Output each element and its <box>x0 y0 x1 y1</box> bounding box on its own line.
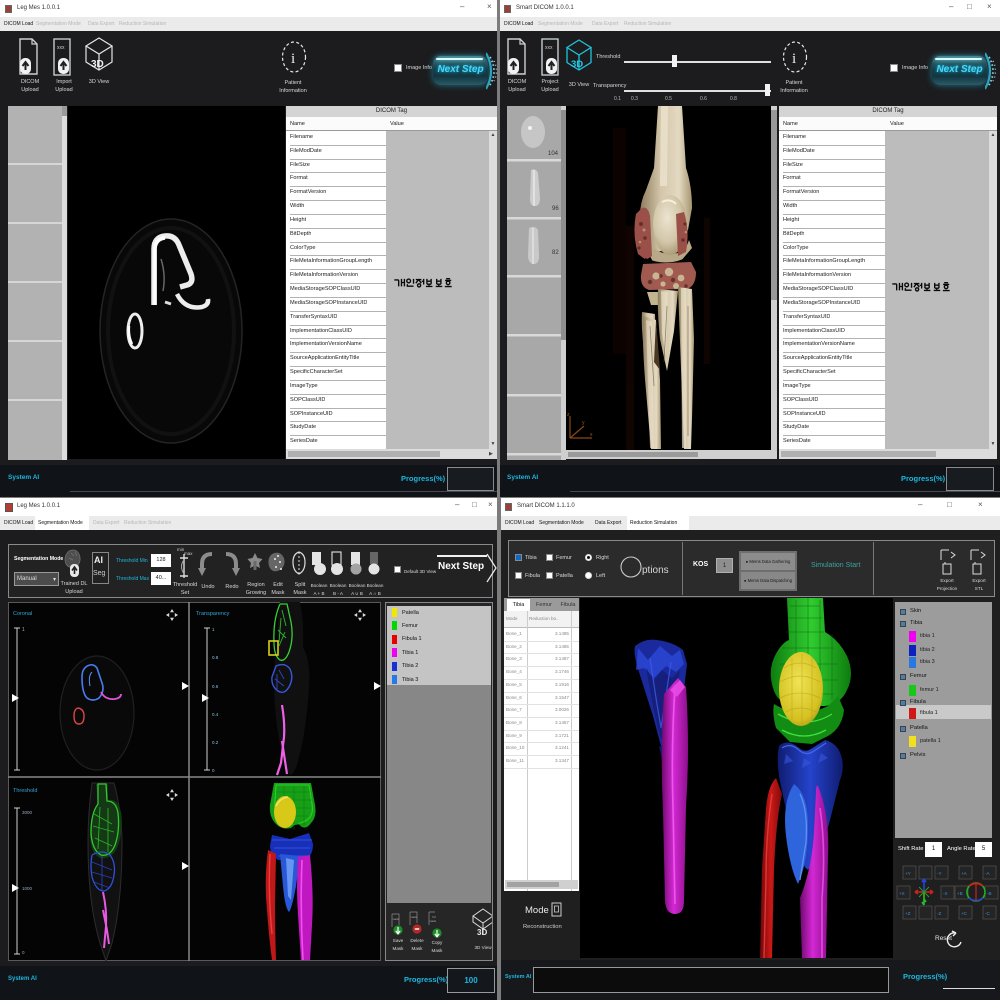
svg-text:+B: +B <box>957 891 963 896</box>
svg-text:ptions: ptions <box>642 565 669 576</box>
svg-text:3D: 3D <box>91 59 104 70</box>
svg-text:-B: -B <box>987 891 992 896</box>
svg-text:Transparency: Transparency <box>196 611 230 617</box>
svg-text:Coronal: Coronal <box>13 611 32 617</box>
svg-text:i: i <box>792 51 796 67</box>
svg-text:0.2: 0.2 <box>212 740 219 745</box>
svg-text:3D: 3D <box>477 928 487 937</box>
svg-text:mask: mask <box>429 919 437 923</box>
svg-text:1000: 1000 <box>22 886 33 891</box>
svg-text:82: 82 <box>552 250 559 256</box>
svg-text:i: i <box>291 51 295 67</box>
svg-text:104: 104 <box>548 151 559 157</box>
svg-text:0.6: 0.6 <box>212 684 219 689</box>
svg-text:-Y: -Y <box>937 871 942 876</box>
svg-text:xxx: xxx <box>545 45 553 51</box>
svg-text:mask: mask <box>392 917 400 921</box>
svg-text:+A: +A <box>961 871 968 876</box>
svg-text:-Z: -Z <box>937 911 942 916</box>
svg-text:+Y: +Y <box>905 871 911 876</box>
svg-text:0: 0 <box>212 768 215 773</box>
svg-text:mask: mask <box>410 915 418 919</box>
svg-text:y: y <box>582 420 585 426</box>
svg-text:3D: 3D <box>571 59 583 70</box>
svg-text:0.4: 0.4 <box>212 712 219 717</box>
svg-text:-X: -X <box>943 891 948 896</box>
svg-text:+Z: +Z <box>905 911 911 916</box>
svg-text:max: max <box>184 551 193 556</box>
svg-text:0.8: 0.8 <box>212 655 219 660</box>
svg-text:+X: +X <box>899 891 905 896</box>
svg-text:xxx: xxx <box>57 45 65 51</box>
svg-text:1: 1 <box>212 627 215 632</box>
svg-text:Reset: Reset <box>935 935 952 942</box>
svg-text:x: x <box>590 432 593 438</box>
svg-text:Threshold: Threshold <box>13 788 37 794</box>
svg-text:3000: 3000 <box>22 810 33 815</box>
svg-text:96: 96 <box>552 206 559 212</box>
svg-text:1: 1 <box>22 627 25 633</box>
svg-text:0: 0 <box>22 950 25 955</box>
svg-text:-C: -C <box>985 911 991 916</box>
svg-text:+C: +C <box>961 911 968 916</box>
